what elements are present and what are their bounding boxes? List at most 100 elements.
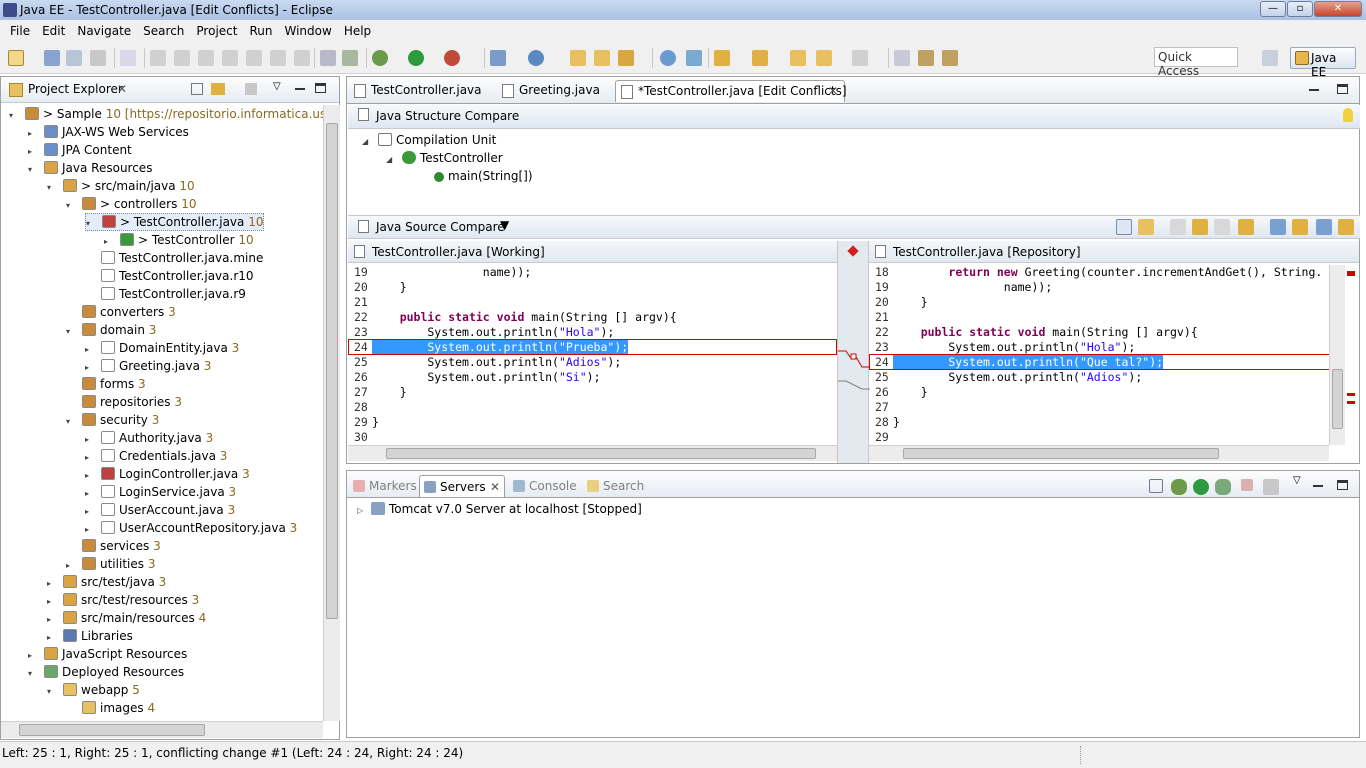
overview-ruler-marker[interactable] [1347,393,1355,396]
code-line[interactable]: 22 public static void main(String [] arg… [348,310,837,325]
skip-breakpoints-icon[interactable] [120,50,136,66]
tree-item[interactable]: ▸ JAX-WS Web Services [28,123,189,141]
expand-arrow-icon[interactable]: ▾ [28,161,38,179]
server-item-tomcat[interactable]: ▷ Tomcat v7.0 Server at localhost [Stoppe… [357,500,642,518]
tree-item[interactable]: ▸ LoginService.java 3 [85,483,236,501]
suspend-icon[interactable] [174,50,190,66]
lightbulb-icon[interactable] [1343,108,1353,122]
tab-testcontroller[interactable]: TestController.java [349,80,488,102]
copy-all-right-icon[interactable] [1214,219,1230,235]
java-ee-perspective-button[interactable]: Java EE [1290,47,1356,79]
search-icon[interactable] [686,50,702,66]
tree-item[interactable]: TestController.java.r9 [85,285,246,303]
code-line[interactable]: 25 System.out.println("Adios"); [869,370,1343,385]
step-over-icon[interactable] [270,50,286,66]
toggle-block-icon[interactable] [942,50,958,66]
profile-server-icon[interactable] [1215,479,1231,495]
code-line[interactable]: 27 } [348,385,837,400]
expand-arrow-icon[interactable]: ▾ [86,216,96,232]
right-hscroll-thumb[interactable] [903,448,1219,459]
source-compare-title[interactable]: Java Source Compare [376,220,505,234]
tree-item[interactable]: forms 3 [66,375,146,393]
explorer-hscroll-thumb[interactable] [19,724,205,736]
tree-item[interactable]: ▾ Java Resources [28,159,152,177]
minimize-view-icon[interactable] [295,88,305,90]
tree-item[interactable]: ▸ utilities 3 [66,555,155,573]
menu-edit[interactable]: Edit [36,24,71,38]
minimize-button[interactable]: — [1260,1,1286,17]
open-perspective-icon[interactable] [1262,50,1278,66]
expand-arrow-icon[interactable]: ▾ [47,179,57,197]
maximize-view-icon[interactable] [1337,480,1348,490]
tree-item[interactable]: ▸ Credentials.java 3 [85,447,227,465]
tree-item[interactable]: ▾ security 3 [66,411,159,429]
tree-item[interactable]: ▾ > src/main/java 10 [47,177,195,195]
expand-arrow-icon[interactable]: ▾ [47,683,57,701]
tree-item[interactable]: ▸ > TestController 10 [104,231,254,249]
next-annotation-icon[interactable] [714,50,730,66]
code-line[interactable]: 29 [869,430,1343,445]
new-java-class-icon[interactable] [528,50,544,66]
tree-item[interactable]: ▸ JPA Content [28,141,132,159]
new-server-icon[interactable] [490,50,506,66]
code-line[interactable]: 21 [348,295,837,310]
tab-servers[interactable]: Servers ✕ [419,475,505,497]
code-line[interactable]: 21 [869,310,1343,325]
new-icon[interactable] [8,50,24,66]
tree-item[interactable]: ▾ Deployed Resources [28,663,184,681]
next-difference-icon[interactable] [1270,219,1286,235]
overview-ruler-marker[interactable] [1347,271,1355,276]
pen-icon[interactable] [618,50,634,66]
menu-project[interactable]: Project [190,24,243,38]
maximize-view-icon[interactable] [315,83,326,93]
tree-item[interactable]: ▸ DomainEntity.java 3 [85,339,239,357]
code-line[interactable]: 18 return new Greeting(counter.increment… [869,265,1343,280]
run-icon[interactable] [408,50,424,66]
stop-server-icon[interactable] [1241,479,1253,491]
menu-navigate[interactable]: Navigate [71,24,137,38]
left-horizontal-scrollbar[interactable] [348,445,837,461]
collapse-all-icon[interactable] [1149,479,1163,493]
expand-arrow-icon[interactable]: ▾ [66,197,76,215]
tree-item[interactable]: ▸ Authority.java 3 [85,429,213,447]
disconnect-icon[interactable] [222,50,238,66]
code-line[interactable]: 19 name)); [348,265,837,280]
save-all-icon[interactable] [66,50,82,66]
menu-search[interactable]: Search [137,24,190,38]
menu-help[interactable]: Help [338,24,377,38]
expand-arrow-icon[interactable]: ▷ [357,502,367,520]
next-change-icon[interactable] [1316,219,1332,235]
close-tab-icon[interactable]: ✕ [117,82,127,96]
right-code-area[interactable]: 18 return new Greeting(counter.increment… [869,265,1343,445]
print-icon[interactable] [90,50,106,66]
publish-icon[interactable] [1263,479,1279,495]
back-icon[interactable] [816,50,832,66]
dropdown-arrow-icon[interactable]: ▼ [500,218,509,232]
debug-icon[interactable] [372,50,388,66]
code-line[interactable]: 23 System.out.println("Hola"); [869,340,1343,355]
tree-item[interactable]: ▸ src/main/resources 4 [47,609,206,627]
ancestor-pane-icon[interactable] [1138,219,1154,235]
code-line[interactable]: 25 System.out.println("Adios"); [348,355,837,370]
tree-item[interactable]: ▸ LoginController.java 3 [85,465,250,483]
struct-item-method[interactable]: main(String[]) [428,167,533,185]
tab-greeting[interactable]: Greeting.java [497,80,606,102]
tree-item[interactable]: ▾ webapp 5 [47,681,140,699]
code-line[interactable]: 29} [348,415,837,430]
tree-item[interactable]: converters 3 [66,303,176,321]
start-server-icon[interactable] [1193,479,1209,495]
expand-arrow-icon[interactable]: ▾ [28,665,38,683]
pin-editor-icon[interactable] [894,50,910,66]
expand-arrow-icon[interactable]: ▾ [66,413,76,431]
expand-arrow-icon[interactable]: ◢ [386,151,396,169]
terminate-icon[interactable] [198,50,214,66]
close-button[interactable]: ✕ [1314,1,1362,17]
minimize-editor-icon[interactable] [1309,89,1319,91]
save-icon[interactable] [44,50,60,66]
tree-item[interactable]: repositories 3 [66,393,182,411]
code-line[interactable]: 20 } [869,295,1343,310]
tab-markers[interactable]: Markers [349,475,423,497]
tree-item[interactable]: ▸ JavaScript Resources [28,645,187,663]
struct-item-class[interactable]: ◢ TestController [386,149,503,167]
step-return-icon[interactable] [294,50,310,66]
